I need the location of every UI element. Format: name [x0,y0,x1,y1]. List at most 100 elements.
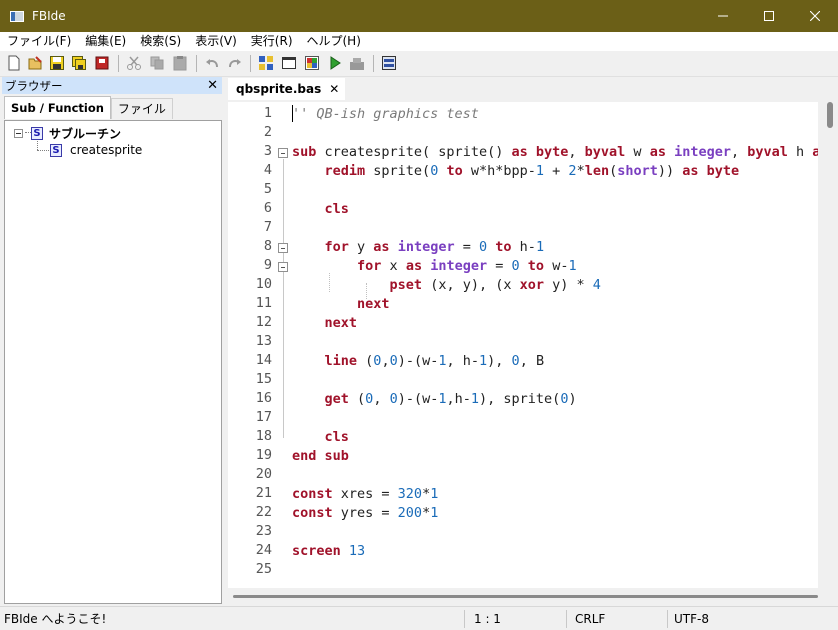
line-number: 16 [255,390,272,406]
line-number: 14 [255,352,272,368]
fold-toggle-icon[interactable] [278,243,288,253]
fold-toggle-icon[interactable] [278,148,288,158]
fold-toggle-icon[interactable] [278,262,288,272]
menu-help[interactable]: ヘルプ(H) [300,32,368,51]
tab-sub-function[interactable]: Sub / Function [4,96,111,119]
tree-root-label: サブルーチン [49,127,122,141]
code-token: ( [609,163,618,179]
code-line: next [292,314,358,333]
window-title: FBIde [32,9,66,23]
save-icon[interactable] [49,55,65,71]
code-token: sub [292,144,317,160]
code-token: as [682,163,699,179]
sub-icon: S [31,127,43,140]
undo-icon[interactable] [204,55,220,71]
code-token: ) [568,391,577,407]
code-line: for x as integer = 0 to w-1 [292,257,577,276]
code-token: = [454,239,479,255]
browser-header: ブラウザー ✕ [2,77,222,94]
horizontal-scroll-thumb[interactable] [233,595,818,598]
line-number: 19 [255,447,272,463]
line-number: 24 [255,542,272,558]
code-token: 320 [397,486,423,502]
code-token: 200 [397,505,423,521]
code-token: next [357,296,390,312]
paste-icon[interactable] [172,55,188,71]
code-token: sprite( [365,163,431,179]
menu-run[interactable]: 実行(R) [244,32,300,51]
console-icon[interactable] [381,55,397,71]
sub-function-tree: S サブルーチン S createsprite [4,120,222,604]
code-token: 13 [348,543,366,559]
format-icon[interactable] [304,55,320,71]
toolbar-separator [118,55,119,72]
vertical-scrollbar[interactable] [818,102,835,588]
code-token: w [625,144,650,160]
line-number: 5 [263,181,272,197]
code-token: const [292,505,333,521]
menu-search[interactable]: 検索(S) [133,32,188,51]
vertical-scroll-thumb[interactable] [827,102,833,128]
output-window-icon[interactable] [281,55,297,71]
code-token: redim [324,163,366,179]
code-token: as [405,258,423,274]
tree-child-label: createsprite [70,143,143,157]
line-number: 7 [263,219,272,235]
editor-tab-label: qbsprite.bas [236,82,322,96]
code-line: screen 13 [292,542,365,561]
code-token: * [576,163,585,179]
code-line: '' QB-ish graphics test [292,105,479,124]
compile-icon[interactable] [349,55,365,71]
line-number: 21 [255,485,272,501]
code-token: 1 [438,391,447,407]
code-token: next [324,315,358,331]
tab-file[interactable]: ファイル [110,98,173,119]
maximize-button[interactable] [746,0,792,32]
line-number: 2 [263,124,272,140]
code-line: const yres = 200*1 [292,504,438,523]
new-file-icon[interactable] [6,55,22,71]
open-file-icon[interactable] [27,55,43,71]
close-button[interactable] [792,0,838,32]
toolbar-separator [250,55,251,72]
run-icon[interactable] [327,55,343,71]
menu-view[interactable]: 表示(V) [188,32,244,51]
tree-node-subroutines[interactable]: S サブルーチン [14,125,121,142]
menu-file[interactable]: ファイル(F) [0,32,78,51]
close-tab-icon[interactable]: ✕ [329,82,339,96]
code-token: as [649,144,666,160]
code-token: integer [397,239,455,255]
code-token: 1 [535,239,545,255]
cut-icon[interactable] [126,55,142,71]
tab-qbsprite[interactable]: qbsprite.bas ✕ [228,78,346,100]
tree-node-createsprite[interactable]: S createsprite [50,143,142,157]
code-token: ), [487,353,512,369]
code-area[interactable]: '' QB-ish graphics test sub createsprite(… [292,102,818,588]
browser-close-icon[interactable]: ✕ [207,77,218,94]
code-editor[interactable]: 1 2 3 4 5 6 7 8 9 10 11 12 13 14 15 16 17 18 19 20 21 22 23 24 2… [228,102,818,588]
line-number: 13 [255,333,272,349]
code-token: , h- [446,353,480,369]
sub-function-browser-icon[interactable] [258,55,274,71]
app-icon [10,10,24,22]
save-all-icon[interactable] [71,55,87,71]
menu-edit[interactable]: 編集(E) [78,32,133,51]
code-token: to [527,258,545,274]
code-token: for [324,239,349,255]
minimize-button[interactable] [700,0,746,32]
collapse-icon[interactable] [14,129,23,138]
close-file-icon[interactable] [94,55,110,71]
redo-icon[interactable] [227,55,243,71]
toolbar [0,51,838,77]
copy-icon[interactable] [149,55,165,71]
code-line: cls [292,428,349,447]
code-token: short [617,163,658,179]
code-token: 0 [511,258,520,274]
